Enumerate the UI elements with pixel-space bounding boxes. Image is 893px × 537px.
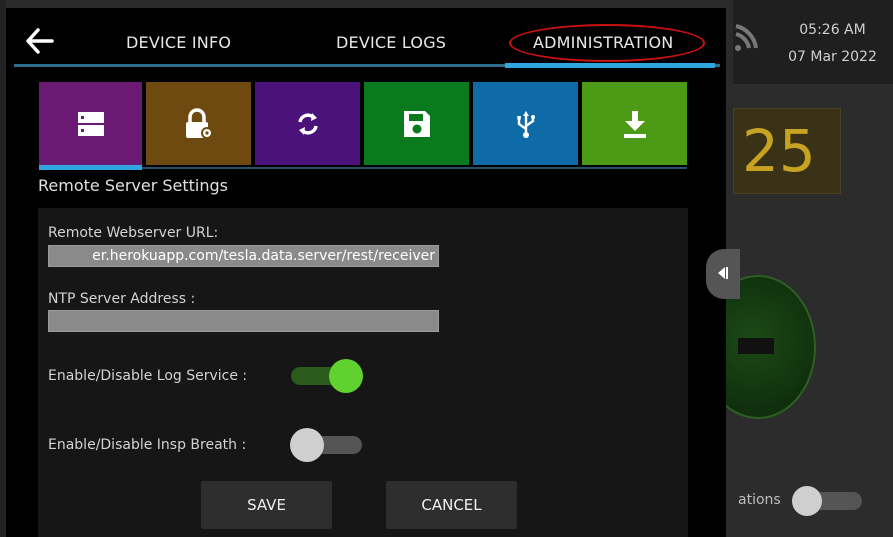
tab-device-info[interactable]: DEVICE INFO — [126, 33, 231, 52]
tile-security[interactable] — [146, 82, 251, 165]
active-tab-indicator — [505, 63, 715, 68]
toggle-knob — [290, 428, 324, 462]
administration-highlight-circle — [509, 24, 705, 62]
download-icon — [623, 110, 646, 138]
floppy-disk-icon — [403, 110, 430, 137]
background-gauge-bar — [738, 338, 774, 354]
lock-gear-icon — [185, 107, 213, 139]
insp-breath-label: Enable/Disable Insp Breath : — [48, 437, 247, 453]
log-service-toggle[interactable] — [291, 359, 363, 393]
ntp-label: NTP Server Address : — [48, 291, 196, 307]
save-button[interactable]: SAVE — [201, 481, 332, 529]
wifi-icon — [735, 24, 758, 51]
status-date: 07 Mar 2022 — [788, 49, 877, 65]
tile-sync[interactable] — [255, 82, 360, 165]
background-notifications-toggle[interactable] — [792, 486, 864, 516]
ntp-field[interactable] — [48, 310, 439, 332]
url-field[interactable]: er.herokuapp.com/tesla.data.server/rest/… — [48, 245, 439, 267]
admin-tiles — [39, 82, 687, 165]
tile-remote-server[interactable] — [39, 82, 142, 165]
selected-tile-indicator — [39, 165, 142, 170]
toggle-knob — [792, 486, 822, 516]
insp-breath-toggle[interactable] — [290, 428, 362, 462]
collapse-arrow-icon — [718, 267, 728, 279]
tile-download[interactable] — [582, 82, 687, 165]
tile-usb[interactable] — [473, 82, 578, 165]
toggle-knob — [329, 359, 363, 393]
background-value-display: 25 — [733, 108, 841, 194]
server-icon — [77, 111, 104, 136]
log-service-label: Enable/Disable Log Service : — [48, 368, 248, 384]
panel-collapse-handle[interactable] — [706, 249, 740, 299]
background-notifications-label: ations — [738, 492, 781, 508]
section-title: Remote Server Settings — [38, 176, 228, 195]
url-label: Remote Webserver URL: — [48, 225, 219, 241]
cancel-button[interactable]: CANCEL — [386, 481, 517, 529]
usb-icon — [516, 110, 535, 138]
refresh-icon — [297, 112, 318, 135]
back-arrow-icon[interactable] — [26, 28, 54, 54]
status-time: 05:26 AM — [799, 22, 866, 38]
tile-save[interactable] — [364, 82, 469, 165]
tab-device-logs[interactable]: DEVICE LOGS — [336, 33, 446, 52]
